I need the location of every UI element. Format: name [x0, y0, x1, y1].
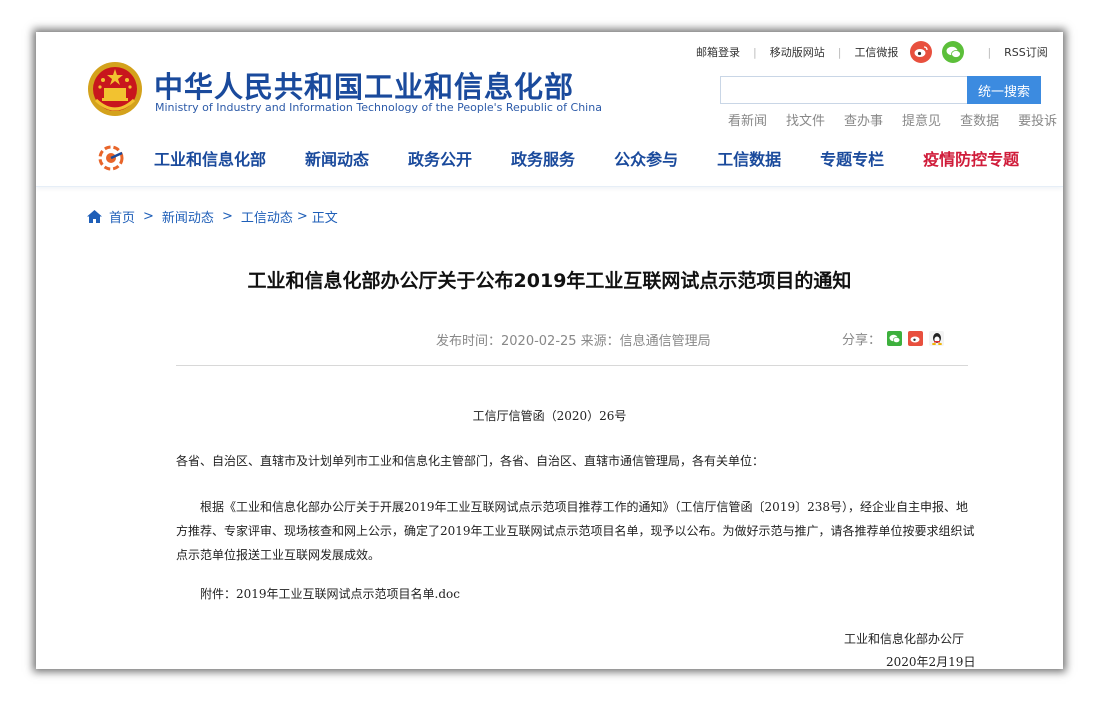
site-title-english[interactable]: Ministry of Industry and Information Tec…	[155, 101, 602, 114]
site-title[interactable]: 中华人民共和国工业和信息化部	[154, 64, 574, 106]
share-label: 分享：	[842, 333, 882, 348]
weibo-share-icon[interactable]	[908, 331, 924, 346]
mobile-site-link[interactable]: 移动版网站	[770, 44, 825, 60]
quick-links: 看新闻 找文件 查办事 提意见 查数据 要投诉	[728, 110, 1057, 129]
breadcrumb: 首页 > 新闻动态 > 工信动态 > 正文	[87, 207, 338, 226]
document-salutation: 各省、自治区、直辖市及计划单列市工业和信息化主管部门，各省、自治区、直辖市通信管…	[176, 454, 765, 468]
nav-item-government-affairs[interactable]: 政务公开	[408, 146, 472, 170]
separator: |	[753, 45, 757, 59]
search-input[interactable]	[720, 76, 968, 104]
nav-item-covid[interactable]: 疫情防控专题	[923, 146, 1019, 170]
nav-item-public-participation[interactable]: 公众参与	[614, 146, 678, 170]
search-button[interactable]: 统一搜索	[967, 76, 1041, 104]
ministry-logo-icon[interactable]	[98, 145, 124, 171]
breadcrumb-news[interactable]: 新闻动态	[162, 207, 214, 226]
breadcrumb-separator: >	[296, 209, 308, 224]
breadcrumb-current: 正文	[311, 211, 338, 226]
wechat-icon[interactable]	[942, 41, 965, 63]
divider	[176, 365, 968, 366]
quick-link-feedback[interactable]: 提意见	[902, 110, 941, 129]
document-number: 工信厅信管函（2020）26号	[472, 409, 627, 423]
breadcrumb-ministry-news[interactable]: 工信动态	[241, 207, 293, 226]
mail-login-link[interactable]: 邮箱登录	[696, 44, 740, 60]
nav-item-services[interactable]: 政务服务	[511, 146, 575, 170]
national-emblem-icon[interactable]	[86, 60, 144, 118]
quick-link-files[interactable]: 找文件	[786, 110, 825, 129]
rss-link[interactable]: RSS订阅	[1004, 44, 1048, 60]
home-icon[interactable]	[87, 210, 102, 223]
quick-link-complaint[interactable]: 要投诉	[1018, 110, 1057, 129]
quick-link-news[interactable]: 看新闻	[728, 110, 767, 129]
attachment-link[interactable]: 附件：2019年工业互联网试点示范项目名单.doc	[200, 585, 460, 602]
browser-page: 中华人民共和国工业和信息化部 Ministry of Industry and …	[36, 32, 1063, 669]
site-header: 中华人民共和国工业和信息化部 Ministry of Industry and …	[36, 32, 1063, 187]
breadcrumb-separator: >	[221, 209, 233, 224]
signature-organization: 工业和信息化部办公厅	[844, 632, 965, 646]
quick-link-services[interactable]: 查办事	[844, 110, 883, 129]
wechat-share-icon[interactable]	[887, 331, 903, 346]
nav-item-special-topics[interactable]: 专题专栏	[820, 146, 884, 170]
weibo-icon[interactable]	[910, 41, 933, 63]
signature-date: 2020年2月19日	[886, 655, 976, 669]
top-links: 邮箱登录 | 移动版网站 | 工信微报 | RSS订阅	[696, 38, 1048, 66]
breadcrumb-separator: >	[143, 209, 154, 224]
article-title: 工业和信息化部办公厅关于公布2019年工业互联网试点示范项目的通知	[247, 270, 852, 292]
separator: |	[987, 45, 992, 59]
share-bar: 分享：	[842, 329, 945, 348]
document-body: 根据《工业和信息化部办公厅关于开展2019年工业互联网试点示范项目推荐工作的通知…	[176, 500, 975, 562]
nav-item-news[interactable]: 新闻动态	[305, 146, 369, 170]
quick-link-data[interactable]: 查数据	[960, 110, 999, 129]
article-meta: 发布时间：2020-02-25 来源：信息通信管理局	[436, 334, 711, 349]
qq-share-icon[interactable]	[929, 331, 945, 346]
main-nav: 工业和信息化部 新闻动态 政务公开 政务服务 公众参与 工信数据 专题专栏 疫情…	[98, 142, 1058, 174]
micro-report-link[interactable]: 工信微报	[854, 44, 898, 60]
breadcrumb-home[interactable]: 首页	[109, 207, 135, 226]
separator: |	[837, 45, 842, 59]
nav-item-data[interactable]: 工信数据	[717, 146, 781, 170]
nav-item-ministry[interactable]: 工业和信息化部	[154, 146, 266, 170]
